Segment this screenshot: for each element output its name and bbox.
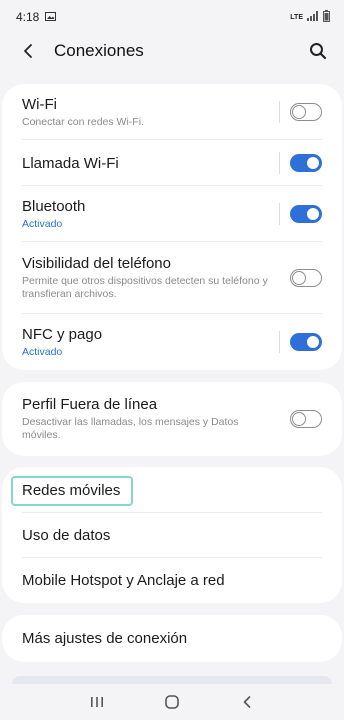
more-settings-card: Más ajustes de conexión [2, 615, 342, 662]
hotspot-row[interactable]: Mobile Hotspot y Anclaje a red [2, 558, 342, 603]
hotspot-label: Mobile Hotspot y Anclaje a red [22, 572, 225, 589]
page-title: Conexiones [54, 41, 144, 60]
search-icon [310, 43, 327, 60]
mobile-networks-row[interactable]: Redes móviles [2, 467, 342, 513]
wifi-row[interactable]: Wi-Fi Conectar con redes Wi-Fi. [2, 84, 342, 140]
offline-profile-toggle[interactable] [290, 410, 322, 428]
recent-apps-button[interactable] [85, 690, 109, 714]
nfc-status: Activado [22, 345, 63, 358]
bluetooth-row[interactable]: Bluetooth Activado [2, 186, 342, 242]
offline-profile-label: Perfil Fuera de línea [22, 396, 158, 413]
app-bar: Conexiones [0, 34, 344, 68]
back-button[interactable] [16, 39, 40, 63]
home-icon [165, 695, 179, 709]
signal-icon [307, 10, 319, 24]
bluetooth-toggle[interactable] [290, 205, 322, 223]
wifi-calling-row[interactable]: Llamada Wi-Fi [2, 140, 342, 186]
offline-profile-row[interactable]: Perfil Fuera de línea Desactivar las lla… [2, 382, 342, 456]
lte-indicator: LTE [290, 13, 303, 21]
wifi-label: Wi-Fi [22, 95, 57, 113]
phone-visibility-subtitle: Permite que otros dispositivos detecten … [22, 275, 268, 300]
next-card-peek [12, 676, 332, 684]
separator [279, 152, 280, 174]
recent-apps-icon [91, 697, 104, 707]
offline-card: Perfil Fuera de línea Desactivar las lla… [2, 382, 342, 456]
focus-highlight [11, 476, 133, 506]
phone-visibility-label: Visibilidad del teléfono [22, 255, 171, 272]
battery-icon [323, 9, 330, 25]
data-usage-row[interactable]: Uso de datos [2, 513, 342, 558]
separator [279, 101, 280, 123]
back-nav-button[interactable] [235, 690, 259, 714]
wifi-calling-label: Llamada Wi-Fi [22, 154, 119, 172]
wifi-subtitle: Conectar con redes Wi-Fi. [22, 115, 144, 128]
navigation-bar [0, 684, 344, 720]
wifi-toggle[interactable] [290, 103, 322, 121]
wifi-calling-toggle[interactable] [290, 154, 322, 172]
home-button[interactable] [160, 690, 184, 714]
gallery-notification-icon [45, 10, 57, 24]
bluetooth-status: Activado [22, 217, 63, 230]
nfc-toggle[interactable] [290, 333, 322, 351]
offline-profile-subtitle: Desactivar las llamadas, los mensajes y … [22, 416, 239, 441]
phone-visibility-row[interactable]: Visibilidad del teléfono Permite que otr… [2, 242, 342, 314]
status-time: 4:18 [16, 10, 40, 24]
search-button[interactable] [306, 39, 330, 63]
back-arrow-icon [24, 44, 32, 58]
nfc-row[interactable]: NFC y pago Activado [2, 314, 342, 370]
data-usage-label: Uso de datos [22, 527, 111, 544]
status-bar: 4:18 LTE [0, 0, 344, 34]
network-card: Redes móviles Uso de datos Mobile Hotspo… [2, 467, 342, 603]
separator [279, 203, 280, 225]
nfc-label: NFC y pago [22, 325, 103, 343]
back-nav-icon [243, 696, 250, 708]
connections-card: Wi-Fi Conectar con redes Wi-Fi. Llamada … [2, 84, 342, 370]
more-settings-row[interactable]: Más ajustes de conexión [2, 615, 342, 662]
more-settings-label: Más ajustes de conexión [22, 630, 188, 647]
separator [279, 331, 280, 353]
phone-visibility-toggle[interactable] [290, 269, 322, 287]
bluetooth-label: Bluetooth [22, 197, 86, 215]
